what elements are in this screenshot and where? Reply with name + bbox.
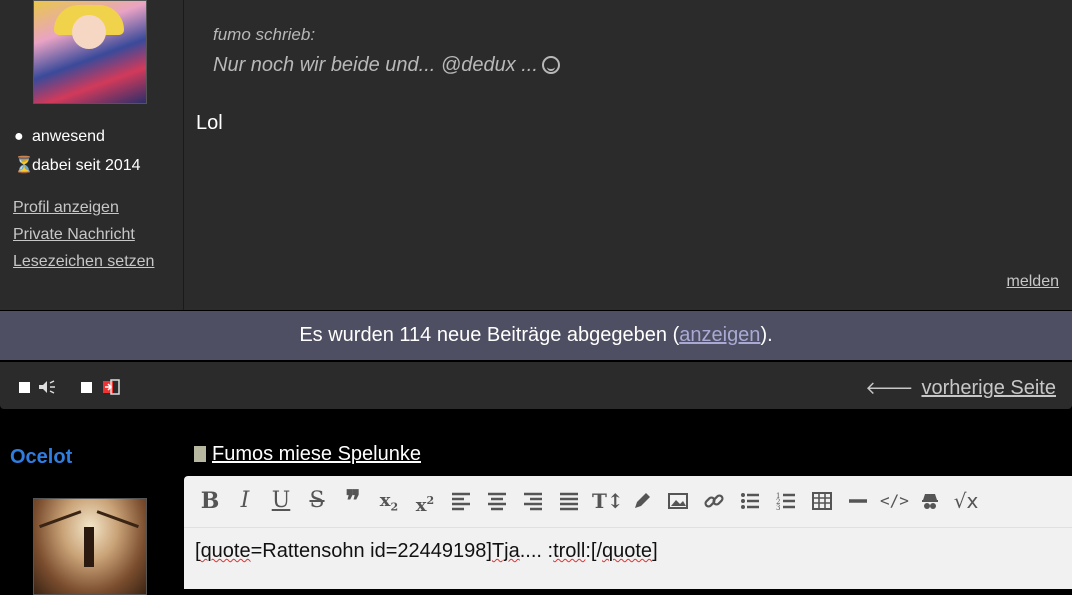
calendar-icon: ⏳ (14, 157, 34, 174)
bookmark-link[interactable]: Lesezeichen setzen (13, 253, 154, 271)
numbered-list-icon[interactable]: 123 (772, 486, 800, 516)
strikethrough-icon[interactable]: S (303, 486, 331, 516)
report-link[interactable]: melden (1007, 273, 1059, 291)
quote-icon[interactable]: ❞ (339, 486, 367, 516)
avatar-wing (39, 510, 89, 549)
author-avatar[interactable] (33, 0, 147, 104)
align-center-icon[interactable] (483, 486, 511, 516)
italic-icon[interactable]: I (231, 486, 259, 516)
math-formula-icon[interactable]: √x (952, 486, 980, 516)
bold-icon[interactable]: B (196, 486, 224, 516)
show-new-posts-link[interactable]: anzeigen (679, 324, 760, 346)
reply-username[interactable]: Ocelot (10, 446, 72, 469)
previous-page-link[interactable]: 🡐 vorherige Seite (865, 377, 1056, 400)
avatar-figure (84, 527, 94, 567)
quote-text: Nur noch wir beide und... @dedux ... (213, 54, 560, 77)
post-author-sidebar: ● anwesend ⏳dabei seit 2014 Profil anzeig… (0, 0, 184, 310)
thread-icon (194, 446, 206, 462)
member-since: ⏳dabei seit 2014 (14, 157, 141, 174)
code-icon[interactable]: </> (880, 486, 909, 516)
table-icon[interactable] (808, 486, 836, 516)
reply-avatar[interactable] (33, 498, 147, 595)
autoload-icon (103, 379, 120, 395)
view-profile-link[interactable]: Profil anzeigen (13, 199, 119, 217)
svg-text:3: 3 (776, 504, 780, 512)
spoiler-icon[interactable] (916, 486, 944, 516)
align-right-icon[interactable] (519, 486, 547, 516)
private-message-link[interactable]: Private Nachricht (13, 226, 135, 244)
align-left-icon[interactable] (447, 486, 475, 516)
new-posts-notice: Es wurden 114 neue Beiträge abgegeben (a… (0, 311, 1072, 360)
online-dot-icon: ● (14, 128, 24, 145)
editor-content[interactable]: [quote=Rattensohn id=22449198]Tja.... :t… (195, 540, 658, 563)
underline-icon[interactable]: U (267, 486, 295, 516)
autoload-checkbox[interactable] (81, 382, 92, 393)
avatar-face (72, 15, 106, 49)
align-justify-icon[interactable] (555, 486, 583, 516)
online-status: ● anwesend (14, 128, 105, 145)
sound-checkbox[interactable] (19, 382, 30, 393)
link-icon[interactable] (700, 486, 728, 516)
post-body: Lol (196, 112, 223, 134)
bullet-list-icon[interactable] (736, 486, 764, 516)
reply-editor[interactable]: B I U S ❞ x2 x2 T↕ 123 </> √x [quote=Rat… (184, 476, 1072, 589)
subscript-icon[interactable]: x2 (375, 486, 403, 516)
thread-title-link[interactable]: Fumos miese Spelunke (194, 443, 421, 466)
thread-controls: 🡐 vorherige Seite (0, 362, 1072, 409)
editor-toolbar: B I U S ❞ x2 x2 T↕ 123 </> √x (184, 476, 1072, 528)
image-icon[interactable] (664, 486, 692, 516)
pencil-icon[interactable] (628, 486, 656, 516)
superscript-icon[interactable]: x2 (411, 486, 439, 516)
text-size-icon[interactable]: T↕ (592, 486, 624, 516)
horizontal-rule-icon[interactable] (844, 486, 872, 516)
arrow-left-icon: 🡐 (865, 378, 914, 398)
avatar-wing (89, 510, 139, 549)
post: ● anwesend ⏳dabei seit 2014 Profil anzeig… (0, 0, 1072, 310)
speaker-icon (39, 380, 55, 394)
smiley-icon (541, 56, 560, 74)
quote-author: fumo schrieb: (213, 25, 316, 44)
